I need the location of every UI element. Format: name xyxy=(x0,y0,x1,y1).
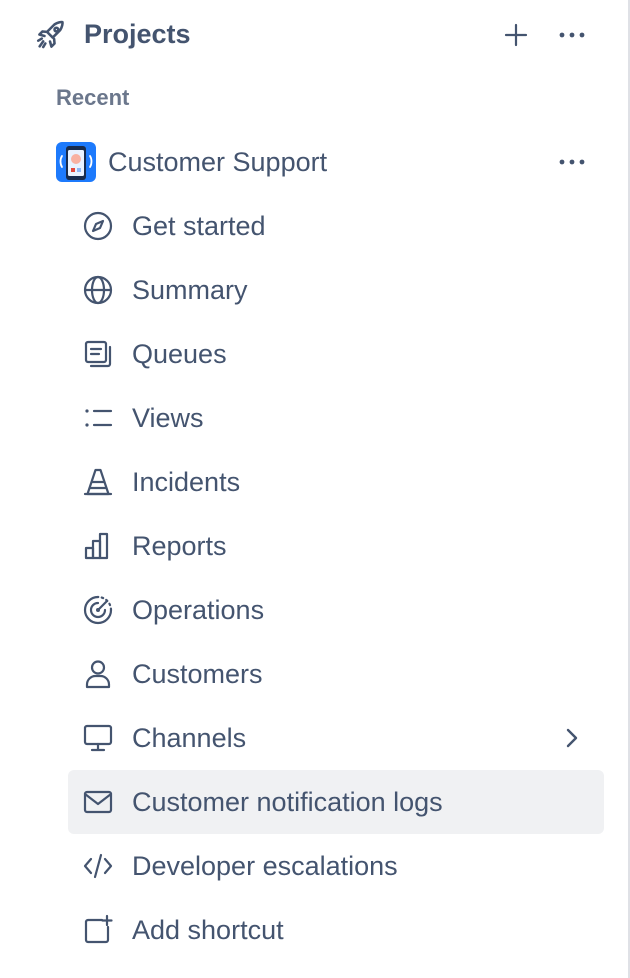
nav-item-add-shortcut[interactable]: Add shortcut xyxy=(68,898,604,962)
radar-icon xyxy=(82,594,114,626)
nav-item-operations[interactable]: Operations xyxy=(68,578,604,642)
nav-item-customers[interactable]: Customers xyxy=(68,642,604,706)
mail-icon xyxy=(82,786,114,818)
nav-item-channels[interactable]: Channels xyxy=(68,706,604,770)
project-avatar-icon xyxy=(56,142,96,182)
recent-section-label: Recent xyxy=(56,85,130,110)
nav-item-developer-escalations[interactable]: Developer escalations xyxy=(68,834,604,898)
nav-item-label: Developer escalations xyxy=(132,851,398,881)
nav-item-label: Customers xyxy=(132,659,263,689)
project-nav: Get started Summary Queues Views Inciden… xyxy=(68,194,604,962)
chevron-right-icon[interactable] xyxy=(558,724,586,752)
nav-item-label: Channels xyxy=(132,723,247,753)
projects-header: Projects xyxy=(0,0,628,68)
nav-item-label: Views xyxy=(132,403,204,433)
traffic-cone-icon xyxy=(82,466,114,498)
rocket-icon xyxy=(34,18,68,52)
list-icon xyxy=(82,402,114,434)
project-customer-support[interactable]: Customer Support xyxy=(0,130,628,194)
nav-item-label: Incidents xyxy=(132,467,241,497)
nav-item-views[interactable]: Views xyxy=(68,386,604,450)
add-project-plus-icon[interactable] xyxy=(500,19,532,51)
project-more-icon[interactable] xyxy=(556,146,588,178)
nav-item-customer-notification-logs[interactable]: Customer notification logs xyxy=(68,770,604,834)
projects-more-icon[interactable] xyxy=(556,19,588,51)
monitor-icon xyxy=(82,722,114,754)
nav-item-label: Operations xyxy=(132,595,265,625)
nav-item-label: Customer notification logs xyxy=(132,787,443,817)
nav-item-queues[interactable]: Queues xyxy=(68,322,604,386)
bar-chart-icon xyxy=(82,530,114,562)
queues-icon xyxy=(82,338,114,370)
nav-item-label: Queues xyxy=(132,339,227,369)
nav-item-label: Get started xyxy=(132,211,266,241)
nav-item-label: Reports xyxy=(132,531,227,561)
nav-item-get-started[interactable]: Get started xyxy=(68,194,604,258)
code-icon xyxy=(82,850,114,882)
nav-item-label: Add shortcut xyxy=(132,915,284,945)
globe-icon xyxy=(82,274,114,306)
nav-item-incidents[interactable]: Incidents xyxy=(68,450,604,514)
project-name: Customer Support xyxy=(108,147,328,177)
projects-title: Projects xyxy=(84,19,191,49)
compass-icon xyxy=(82,210,114,242)
person-icon xyxy=(82,658,114,690)
nav-item-reports[interactable]: Reports xyxy=(68,514,604,578)
add-shortcut-icon xyxy=(82,914,114,946)
nav-item-summary[interactable]: Summary xyxy=(68,258,604,322)
nav-item-label: Summary xyxy=(132,275,248,305)
